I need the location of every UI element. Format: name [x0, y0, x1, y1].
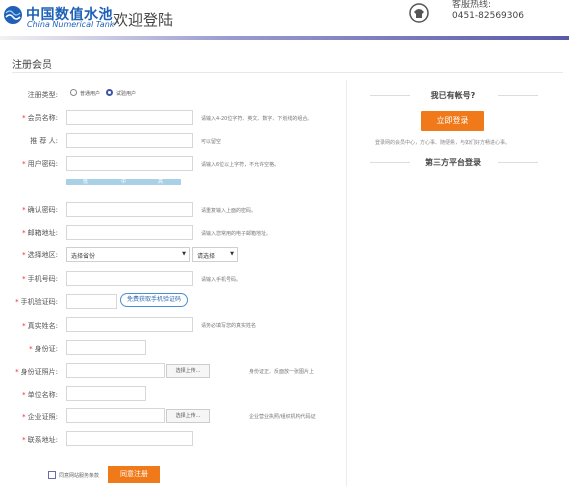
phone-input[interactable]	[66, 271, 193, 286]
agree-terms-checkbox[interactable]	[48, 471, 56, 479]
phone-label: * 手机号码:	[22, 275, 58, 283]
radio-normal-user-label: 普通用户	[80, 91, 101, 97]
confirm-password-hint: 请重复输入上面的密码。	[201, 208, 257, 214]
user-type-label: 注册类型:	[27, 91, 58, 99]
sms-code-input[interactable]	[66, 294, 117, 309]
business-license-label: * 企业证照:	[22, 413, 58, 421]
member-name-input[interactable]	[66, 110, 193, 125]
real-name-input[interactable]	[66, 317, 193, 332]
province-select[interactable]: 选择省份 ▼	[66, 247, 190, 262]
confirm-password-input[interactable]	[66, 202, 193, 217]
radio-test-user[interactable]	[106, 89, 113, 96]
password-strength-bar: 低 中 高	[66, 179, 181, 185]
confirm-password-label: * 确认密码:	[22, 206, 58, 214]
phone-hint: 请输入手机号码。	[201, 277, 242, 283]
phone-icon	[409, 3, 429, 23]
real-name-hint: 请务必填写您的真实姓名	[201, 323, 257, 329]
get-sms-code-button[interactable]: 免费获取手机验证码	[120, 293, 188, 307]
logo-text-en: China Numerical Tank	[27, 20, 115, 29]
agree-terms-label[interactable]: 同意网站服务条款	[59, 472, 99, 479]
welcome-text: 欢迎登陆	[113, 11, 174, 29]
email-label: * 邮箱地址:	[22, 229, 58, 237]
radio-test-user-label: 试验用户	[116, 91, 137, 97]
province-select-value: 选择省份	[71, 253, 96, 260]
chevron-down-icon: ▼	[182, 251, 186, 257]
id-photo-upload-button[interactable]: 选择上传...	[166, 364, 210, 378]
id-number-input[interactable]	[66, 340, 146, 355]
member-name-label: * 会员名称:	[22, 114, 58, 122]
business-license-hint: 企业营业执照/组织机构代码证	[249, 414, 316, 420]
email-hint: 请输入您常用的电子邮箱地址。	[201, 231, 272, 237]
side-rule-right	[498, 95, 538, 96]
page-title: 注册会员	[12, 60, 52, 71]
vertical-divider	[346, 80, 347, 486]
city-select[interactable]: 请选择 ▼	[192, 247, 238, 262]
referrer-label: 推 荐 人:	[30, 137, 58, 145]
strength-mid: 中	[121, 179, 127, 185]
login-note: 登录网的会员中心，方心事、随便惫，与如们好方畅进心事。	[375, 140, 511, 146]
id-photo-label: * 身份证照片:	[15, 368, 58, 376]
header-stripe	[0, 36, 569, 40]
member-name-hint: 请输入4-20位字符、英文、数字、下划线的组合。	[201, 116, 313, 122]
id-number-label: * 身份证:	[29, 345, 58, 353]
id-photo-file-input[interactable]	[66, 363, 165, 378]
divider	[12, 72, 563, 73]
id-photo-hint: 身份证正、反面放一张图片上	[249, 369, 315, 375]
address-label: * 联系地址:	[22, 436, 58, 444]
address-input[interactable]	[66, 431, 193, 446]
chevron-down-icon: ▼	[230, 251, 234, 257]
business-license-upload-button[interactable]: 选择上传...	[166, 409, 210, 423]
strength-high: 高	[158, 179, 164, 185]
password-label: * 用户密码:	[22, 160, 58, 168]
region-label: * 选择地区:	[22, 251, 58, 259]
sms-code-label: * 手机验证码:	[15, 298, 58, 306]
strength-low: 低	[83, 179, 89, 185]
side-rule-right-2	[498, 162, 538, 163]
hotline-label: 客服热线:	[452, 0, 492, 10]
password-input[interactable]	[66, 156, 193, 171]
company-input[interactable]	[66, 386, 146, 401]
site-header: 中国数值水池 China Numerical Tank 欢迎登陆 客服热线: 0…	[0, 0, 569, 36]
hotline-number: 0451-82569306	[452, 11, 524, 21]
login-now-button[interactable]: 立即登录	[421, 111, 484, 131]
referrer-hint: 可以留空	[201, 139, 222, 145]
logo-icon	[4, 6, 22, 24]
email-input[interactable]	[66, 225, 193, 240]
agree-register-button[interactable]: 同意注册	[108, 466, 160, 483]
radio-normal-user[interactable]	[70, 89, 77, 96]
referrer-input[interactable]	[66, 133, 193, 148]
business-license-file-input[interactable]	[66, 408, 165, 423]
company-label: * 单位名称:	[22, 391, 58, 399]
real-name-label: * 真实姓名:	[22, 322, 58, 330]
city-select-value: 请选择	[197, 253, 216, 260]
password-hint: 请输入6位以上字符，不允许空格。	[201, 162, 280, 168]
